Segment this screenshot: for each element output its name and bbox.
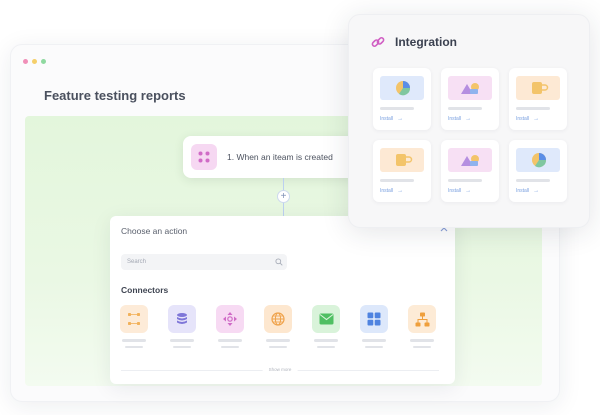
database-icon xyxy=(168,305,196,333)
arrow-right-icon: → xyxy=(397,116,404,122)
connector-name-placeholder xyxy=(314,339,338,342)
search-placeholder: Search xyxy=(127,259,147,265)
connector-desc-placeholder xyxy=(173,345,191,348)
close-dot[interactable] xyxy=(23,59,28,64)
connector-desc-placeholder xyxy=(317,345,335,348)
page-title: Feature testing reports xyxy=(44,88,186,103)
stage: Feature testing reports 1. When an iteam… xyxy=(0,0,600,415)
arrow-right-icon: → xyxy=(465,188,472,194)
integration-name-placeholder xyxy=(516,179,550,182)
arrow-right-icon: → xyxy=(533,188,540,194)
show-more-divider: Show more xyxy=(121,367,439,372)
hierarchy-icon xyxy=(408,305,436,333)
install-link[interactable]: Install → xyxy=(516,116,539,122)
connector-name-placeholder xyxy=(410,339,434,342)
link-icon xyxy=(371,37,385,47)
action-panel-title: Choose an action xyxy=(121,226,188,236)
install-label: Install xyxy=(516,188,530,194)
integration-card: Install → xyxy=(441,68,499,130)
integration-name-placeholder xyxy=(448,107,482,110)
connector-desc-placeholder xyxy=(413,345,431,348)
grid-dots-icon xyxy=(191,144,217,170)
install-link[interactable]: Install → xyxy=(448,188,471,194)
pie-chart-thumbnail xyxy=(516,148,560,172)
trigger-label: 1. When an iteam is created xyxy=(227,152,333,162)
connector-list xyxy=(120,305,436,348)
arrow-right-icon: → xyxy=(397,188,404,194)
integration-card: Install → xyxy=(509,140,567,202)
integration-name-placeholder xyxy=(448,179,482,182)
connector-name-placeholder xyxy=(122,339,146,342)
install-link[interactable]: Install → xyxy=(448,116,471,122)
connector-tile[interactable] xyxy=(408,305,436,348)
maximize-dot[interactable] xyxy=(41,59,46,64)
shapes-thumbnail xyxy=(448,76,492,100)
integration-card: Install → xyxy=(373,140,431,202)
connector-tile[interactable] xyxy=(216,305,244,348)
grid-dots-icon xyxy=(120,305,148,333)
integration-grid: Install → Install → Install → Install → … xyxy=(373,68,567,202)
connector-desc-placeholder xyxy=(125,345,143,348)
globe-icon xyxy=(264,305,292,333)
connector-desc-placeholder xyxy=(269,345,287,348)
connector-name-placeholder xyxy=(362,339,386,342)
integration-card: Install → xyxy=(509,68,567,130)
apps-grid-icon xyxy=(360,305,388,333)
integration-name-placeholder xyxy=(380,107,414,110)
integration-name-placeholder xyxy=(516,107,550,110)
connector-tile[interactable] xyxy=(120,305,148,348)
connector-tile[interactable] xyxy=(360,305,388,348)
show-more-link[interactable]: Show more xyxy=(262,367,298,372)
action-panel: Choose an action Search Connectors Show … xyxy=(110,216,455,384)
install-label: Install xyxy=(516,116,530,122)
connector-desc-placeholder xyxy=(365,345,383,348)
connector-tile[interactable] xyxy=(312,305,340,348)
install-link[interactable]: Install → xyxy=(380,116,403,122)
connector-desc-placeholder xyxy=(221,345,239,348)
integration-panel: Integration Install → Install → Install … xyxy=(348,14,590,228)
install-label: Install xyxy=(448,188,462,194)
connector-name-placeholder xyxy=(218,339,242,342)
cup-thumbnail xyxy=(380,148,424,172)
arrow-right-icon: → xyxy=(465,116,472,122)
trigger-node[interactable]: 1. When an iteam is created xyxy=(183,136,358,178)
install-link[interactable]: Install → xyxy=(516,188,539,194)
search-icon xyxy=(275,258,283,266)
connector-tile[interactable] xyxy=(168,305,196,348)
window-controls xyxy=(23,59,46,64)
install-label: Install xyxy=(380,116,394,122)
cup-thumbnail xyxy=(516,76,560,100)
install-link[interactable]: Install → xyxy=(380,188,403,194)
move-arrows-icon xyxy=(216,305,244,333)
integration-card: Install → xyxy=(441,140,499,202)
integration-title: Integration xyxy=(395,35,457,49)
install-label: Install xyxy=(448,116,462,122)
connectors-heading: Connectors xyxy=(121,285,169,295)
search-input[interactable]: Search xyxy=(121,254,287,270)
connector-tile[interactable] xyxy=(264,305,292,348)
mail-icon xyxy=(312,305,340,333)
connector-name-placeholder xyxy=(266,339,290,342)
shapes-thumbnail xyxy=(448,148,492,172)
integration-card: Install → xyxy=(373,68,431,130)
minimize-dot[interactable] xyxy=(32,59,37,64)
arrow-right-icon: → xyxy=(533,116,540,122)
connector-name-placeholder xyxy=(170,339,194,342)
add-step-button[interactable]: + xyxy=(277,190,290,203)
integration-header: Integration xyxy=(371,35,457,49)
pie-chart-thumbnail xyxy=(380,76,424,100)
integration-name-placeholder xyxy=(380,179,414,182)
install-label: Install xyxy=(380,188,394,194)
